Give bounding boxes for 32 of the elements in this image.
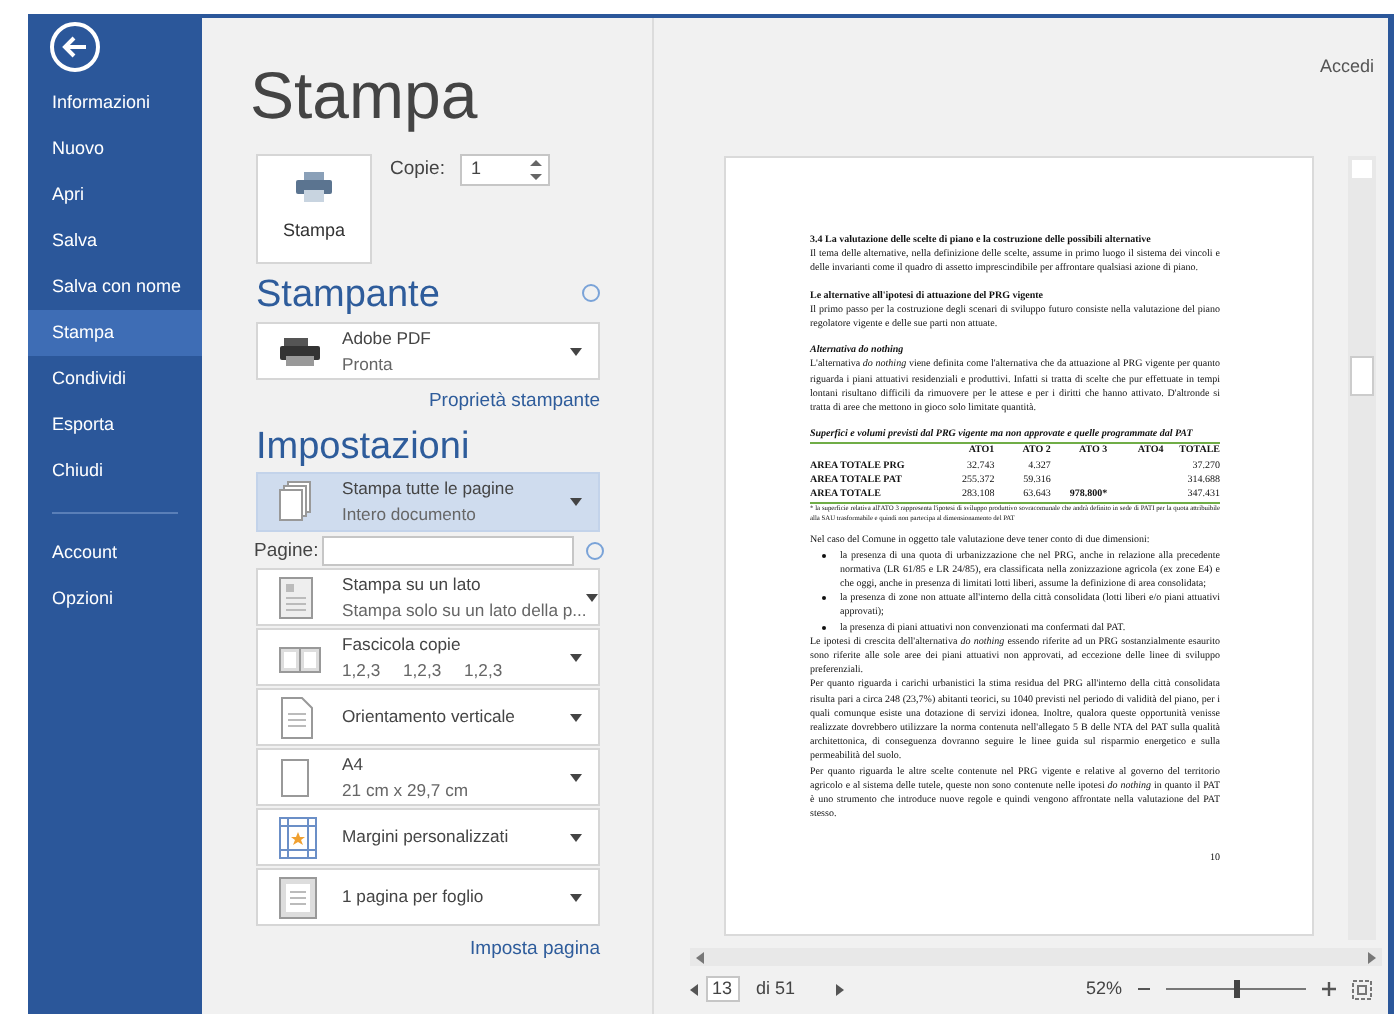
sidebar-item[interactable]: Opzioni	[28, 576, 202, 622]
sign-in-link[interactable]: Accedi	[1319, 56, 1374, 76]
sidebar-item[interactable]: Salva	[28, 218, 202, 264]
page-count: di 51	[756, 976, 796, 1002]
sidebar-item[interactable]: Salva con nome	[28, 264, 202, 310]
copies-spinner[interactable]: 1	[460, 154, 551, 186]
sidebar-item[interactable]: Condividi	[28, 356, 202, 402]
settings-dropdown[interactable]: Stampa tutte le pagine Intero documento	[256, 472, 600, 533]
pages-label: Pagine:	[254, 537, 319, 566]
settings-dropdown[interactable]: Fascicola copie 1,2,3 1,2,3 1,2,3	[256, 628, 600, 687]
settings-dropdown[interactable]: A4 21 cm x 29,7 cm	[256, 748, 600, 807]
print-button[interactable]: Stampa	[256, 154, 372, 264]
copies-label: Copie:	[390, 155, 445, 184]
section-heading: Stampante	[256, 276, 440, 316]
settings-dropdown[interactable]: Orientamento verticale	[256, 688, 600, 747]
page-number-field[interactable]: 13	[706, 976, 740, 1003]
sidebar-item[interactable]: Account	[28, 530, 202, 576]
settings-dropdown[interactable]: Stampa su un lato Stampa solo su un lato della p...	[256, 568, 600, 627]
sidebar-item[interactable]: Apri	[28, 172, 202, 218]
sidebar-item[interactable]: Stampa	[28, 310, 202, 356]
settings-dropdown[interactable]: 1 pagina per foglio	[256, 868, 600, 927]
section-heading: Impostazioni	[256, 428, 472, 469]
sidebar-item[interactable]: Nuovo	[28, 126, 202, 172]
settings-dropdown[interactable]: Margini personalizzati	[256, 808, 600, 867]
sidebar-item[interactable]: Chiudi	[28, 448, 202, 494]
printer-properties-link[interactable]: Proprietà stampante	[428, 390, 600, 412]
page-title: Stampa	[250, 62, 480, 130]
zoom-percentage: 52%	[1085, 976, 1122, 1002]
sidebar-item[interactable]: Informazioni	[28, 80, 202, 126]
printer-dropdown[interactable]: Adobe PDF Pronta	[256, 322, 600, 380]
page-setup-link[interactable]: Imposta pagina	[470, 938, 600, 961]
sidebar-item[interactable]: Esporta	[28, 402, 202, 448]
